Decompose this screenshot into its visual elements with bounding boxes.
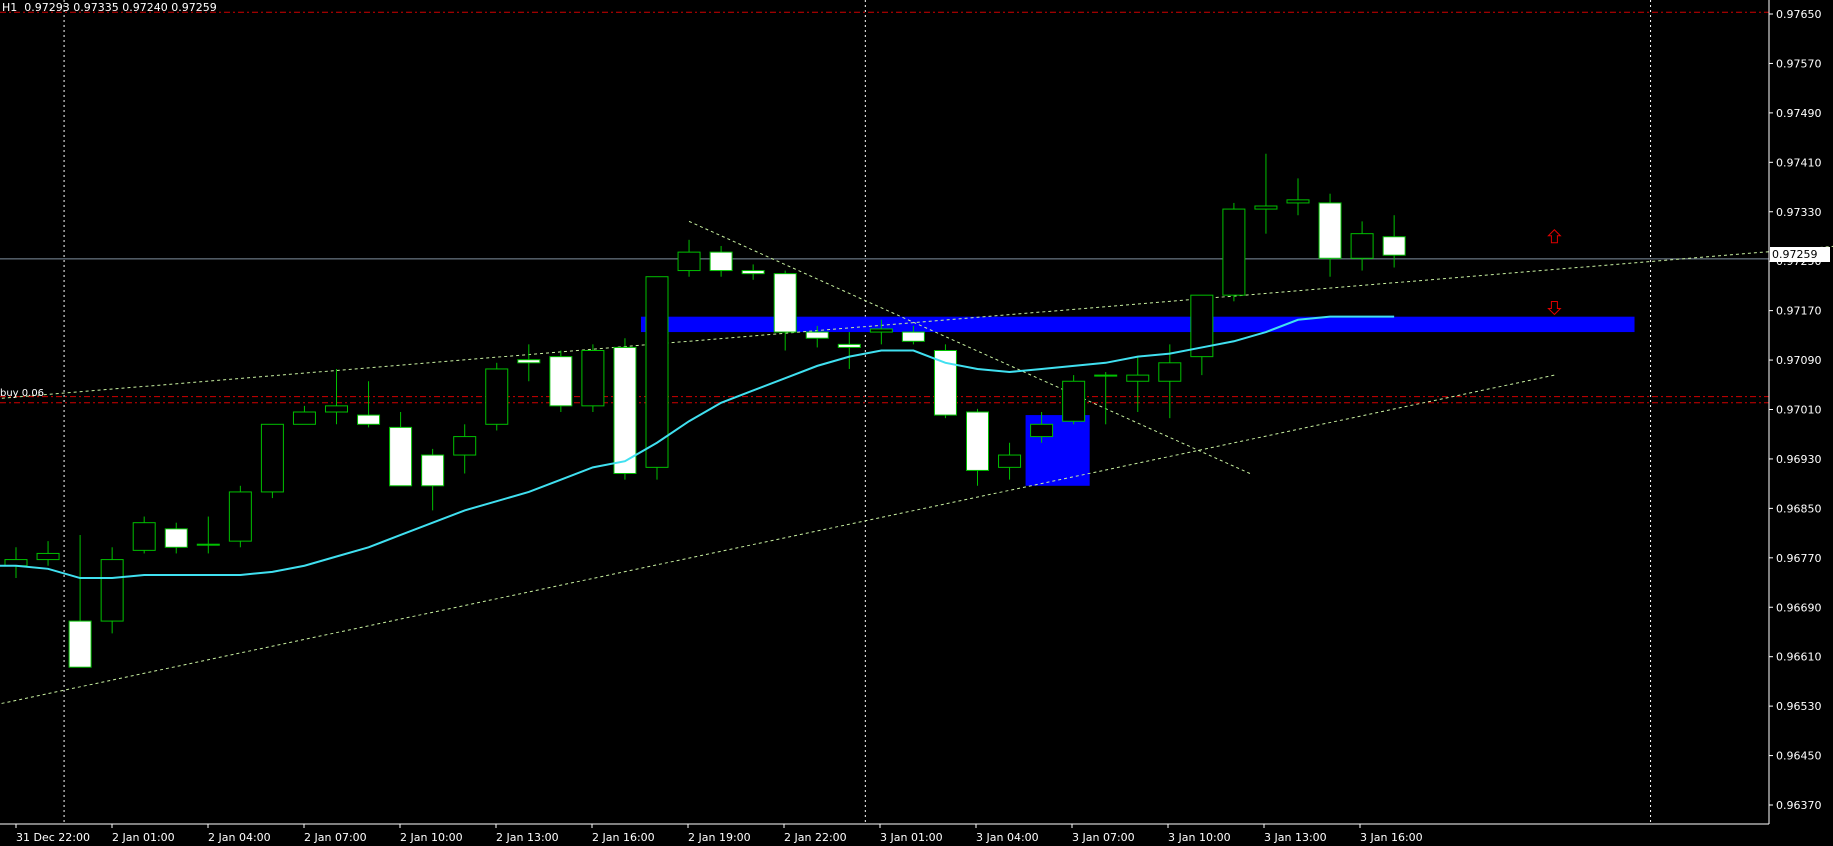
- price-tick-label-8: 0.97010: [1776, 404, 1822, 417]
- price-axis: 0.976500.975700.974900.974100.973300.972…: [1768, 0, 1822, 824]
- candle-body-23: [741, 270, 765, 275]
- candles: [4, 153, 1406, 668]
- price-tick-label-11: 0.96770: [1776, 552, 1822, 565]
- candle-body-18: [581, 350, 605, 407]
- candle-body-26: [837, 343, 861, 348]
- price-tick-label-6: 0.97170: [1776, 305, 1822, 318]
- candle-body-34: [1094, 374, 1118, 377]
- price-tick-label-1: 0.97570: [1776, 57, 1822, 70]
- time-tick-label-4: 2 Jan 10:00: [400, 831, 463, 844]
- time-axis: 31 Dec 22:00 2 Jan 01:00 2 Jan 04:00 2 Jan …: [0, 823, 1769, 844]
- candle-body-12: [389, 426, 413, 487]
- order-label: buy 0.06: [0, 388, 45, 399]
- chart-header: H1 0.97293 0.97335 0.97240 0.97259: [2, 1, 217, 14]
- candle-body-9: [292, 411, 316, 425]
- price-tick-label-15: 0.96450: [1776, 750, 1822, 763]
- candle-body-33: [1062, 380, 1086, 422]
- candle-body-14: [453, 436, 477, 456]
- candle-body-42: [1350, 233, 1374, 259]
- candle-body-25: [805, 331, 829, 339]
- candle-body-41: [1318, 202, 1342, 259]
- time-tick-label-14: 3 Jan 16:00: [1360, 831, 1423, 844]
- candle-body-16: [517, 359, 541, 364]
- price-tick-label-4: 0.97330: [1776, 206, 1822, 219]
- candle-body-6: [196, 543, 220, 546]
- time-tick-label-5: 2 Jan 13:00: [496, 831, 559, 844]
- price-tick-label-3: 0.97410: [1776, 156, 1822, 169]
- price-tick-label-14: 0.96530: [1776, 700, 1822, 713]
- candle-body-43: [1382, 236, 1406, 256]
- price-tick-label-12: 0.96690: [1776, 601, 1822, 614]
- candle-body-28: [901, 331, 925, 342]
- symbol-period: H1: [2, 1, 18, 14]
- candle-body-1: [36, 552, 60, 561]
- candle-body-13: [421, 454, 445, 487]
- candle-body-39: [1254, 205, 1278, 210]
- candle-body-31: [998, 454, 1022, 468]
- candle-body-38: [1222, 208, 1246, 296]
- candle-body-10: [325, 405, 348, 413]
- candle-body-2: [68, 620, 92, 668]
- time-tick-label-1: 2 Jan 01:00: [112, 831, 175, 844]
- candle-body-35: [1126, 374, 1150, 382]
- candle-body-40: [1286, 199, 1310, 204]
- signal-arrows: [1547, 229, 1562, 316]
- ma-line: [0, 315, 1395, 580]
- current-price-label: 0.97259: [1770, 247, 1830, 262]
- time-tick-label-13: 3 Jan 13:00: [1264, 831, 1327, 844]
- time-tick-label-2: 2 Jan 04:00: [208, 831, 271, 844]
- candle-body-21: [677, 251, 701, 272]
- time-tick-label-7: 2 Jan 19:00: [688, 831, 751, 844]
- time-tick-label-3: 2 Jan 07:00: [304, 831, 367, 844]
- price-tick-label-10: 0.96850: [1776, 502, 1822, 515]
- time-tick-label-12: 3 Jan 10:00: [1168, 831, 1231, 844]
- time-tick-label-11: 3 Jan 07:00: [1072, 831, 1135, 844]
- candle-body-19: [613, 346, 637, 474]
- price-tick-label-16: 0.96370: [1776, 799, 1822, 812]
- candle-body-3: [100, 559, 124, 622]
- time-tick-label-8: 2 Jan 22:00: [784, 831, 847, 844]
- ohlc-values: 0.97293 0.97335 0.97240 0.97259: [24, 1, 217, 14]
- candle-body-17: [549, 356, 573, 407]
- time-tick-label-0: 31 Dec 22:00: [16, 831, 90, 844]
- candle-body-4: [132, 522, 156, 551]
- candle-body-30: [966, 411, 989, 471]
- candle-body-27: [869, 328, 893, 333]
- time-tick-label-9: 3 Jan 01:00: [880, 831, 943, 844]
- candle-body-7: [228, 491, 252, 542]
- candle-body-5: [164, 528, 188, 548]
- price-tick-label-9: 0.96930: [1776, 453, 1822, 466]
- candle-body-22: [709, 251, 733, 272]
- arrow-down-1: [1547, 300, 1562, 316]
- candle-body-24: [773, 273, 797, 333]
- time-tick-label-10: 3 Jan 04:00: [976, 831, 1039, 844]
- time-tick-label-6: 2 Jan 16:00: [592, 831, 655, 844]
- candle-body-8: [260, 423, 284, 493]
- candle-body-15: [485, 368, 509, 425]
- candle-body-32: [1030, 423, 1054, 438]
- price-chart: 0.97650 0.97570 0.97490 0.97410 0.97330 0.972…: [0, 0, 1833, 844]
- price-tick-label-2: 0.97490: [1776, 107, 1822, 120]
- price-tick-label-7: 0.97090: [1776, 354, 1822, 367]
- candle-body-11: [357, 414, 381, 425]
- horizontal-levels: [0, 11, 1769, 404]
- moving-average: [0, 315, 1395, 580]
- price-tick-label-13: 0.96610: [1776, 651, 1822, 664]
- candle-body-36: [1158, 362, 1182, 382]
- arrow-up-0: [1547, 229, 1562, 244]
- price-tick-label-0: 0.97650: [1776, 8, 1822, 21]
